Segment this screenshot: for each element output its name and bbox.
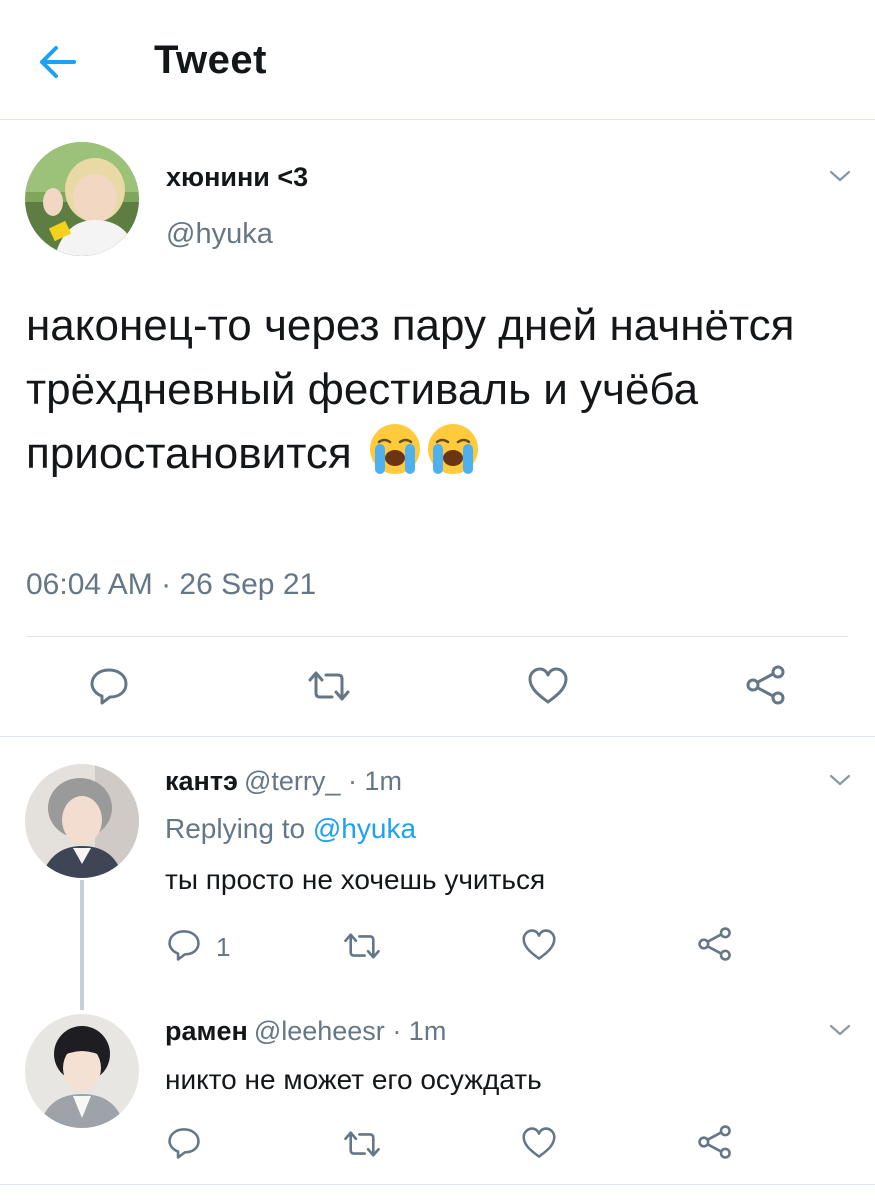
page-title: Tweet <box>154 38 267 82</box>
replying-to-label: Replying to <box>165 813 306 844</box>
reply-author-name[interactable]: кантэ <box>165 766 238 796</box>
share-button[interactable] <box>744 664 788 706</box>
reply-icon <box>90 668 128 705</box>
thread-connector <box>80 880 84 1010</box>
retweet-icon <box>344 1131 380 1157</box>
share-button[interactable] <box>696 1124 734 1160</box>
retweet-button[interactable] <box>342 1128 382 1160</box>
avatar[interactable] <box>25 142 139 256</box>
share-icon <box>746 665 785 705</box>
replying-to: Replying to @hyuka <box>165 813 416 845</box>
arrow-left-icon <box>40 46 76 78</box>
reply-author-handle[interactable]: @leeheesr <box>254 1016 385 1046</box>
replying-to-link[interactable]: @hyuka <box>313 813 416 844</box>
loudly-crying-face-icon <box>368 422 422 476</box>
heart-icon <box>522 1127 556 1158</box>
share-icon <box>698 927 731 961</box>
reply-icon <box>168 1128 200 1159</box>
retweet-icon <box>344 933 380 959</box>
author-name[interactable]: хюнини <3 <box>166 162 308 193</box>
chevron-down-icon[interactable] <box>828 1022 852 1038</box>
like-button[interactable] <box>520 928 558 962</box>
retweet-button[interactable] <box>342 930 382 962</box>
chevron-down-icon[interactable] <box>828 168 852 184</box>
retweet-icon <box>308 671 350 701</box>
reply-text: ты просто не хочешь учиться <box>165 864 546 895</box>
reply-count: 1 <box>216 932 231 962</box>
divider <box>26 636 848 637</box>
heart-icon <box>522 929 556 960</box>
reply-author-handle[interactable]: @terry_ <box>244 766 340 796</box>
reply-header: рамен @leeheesr · 1m <box>165 1016 446 1047</box>
reply-button[interactable] <box>166 1126 202 1160</box>
reply-header: кантэ @terry_ · 1m <box>165 766 402 797</box>
reply-time: · 1m <box>347 766 402 796</box>
heart-icon <box>528 667 568 704</box>
back-button[interactable] <box>36 40 82 84</box>
share-button[interactable] <box>696 926 734 962</box>
retweet-button[interactable] <box>306 668 352 704</box>
reply-icon <box>168 930 200 961</box>
reply-text: никто не может его осуждать <box>165 1064 542 1095</box>
reply-time: · 1m <box>392 1016 447 1046</box>
avatar[interactable] <box>25 1014 139 1128</box>
author-handle[interactable]: @hyuka <box>166 218 273 251</box>
share-icon <box>698 1125 731 1159</box>
loudly-crying-face-icon <box>426 422 480 476</box>
divider <box>0 1184 875 1185</box>
reply-author-name[interactable]: рамен <box>165 1016 248 1046</box>
reply-button[interactable] <box>88 666 130 706</box>
tweet-text: наконец-то через пару дней начнётся трёх… <box>26 294 846 486</box>
reply-button[interactable] <box>166 928 202 962</box>
top-bar: Tweet <box>0 0 875 120</box>
like-button[interactable] <box>526 666 570 706</box>
divider <box>0 736 875 737</box>
avatar[interactable] <box>25 764 139 878</box>
chevron-down-icon[interactable] <box>828 772 852 788</box>
tweet-timestamp[interactable]: 06:04 AM · 26 Sep 21 <box>26 568 316 602</box>
like-button[interactable] <box>520 1126 558 1160</box>
